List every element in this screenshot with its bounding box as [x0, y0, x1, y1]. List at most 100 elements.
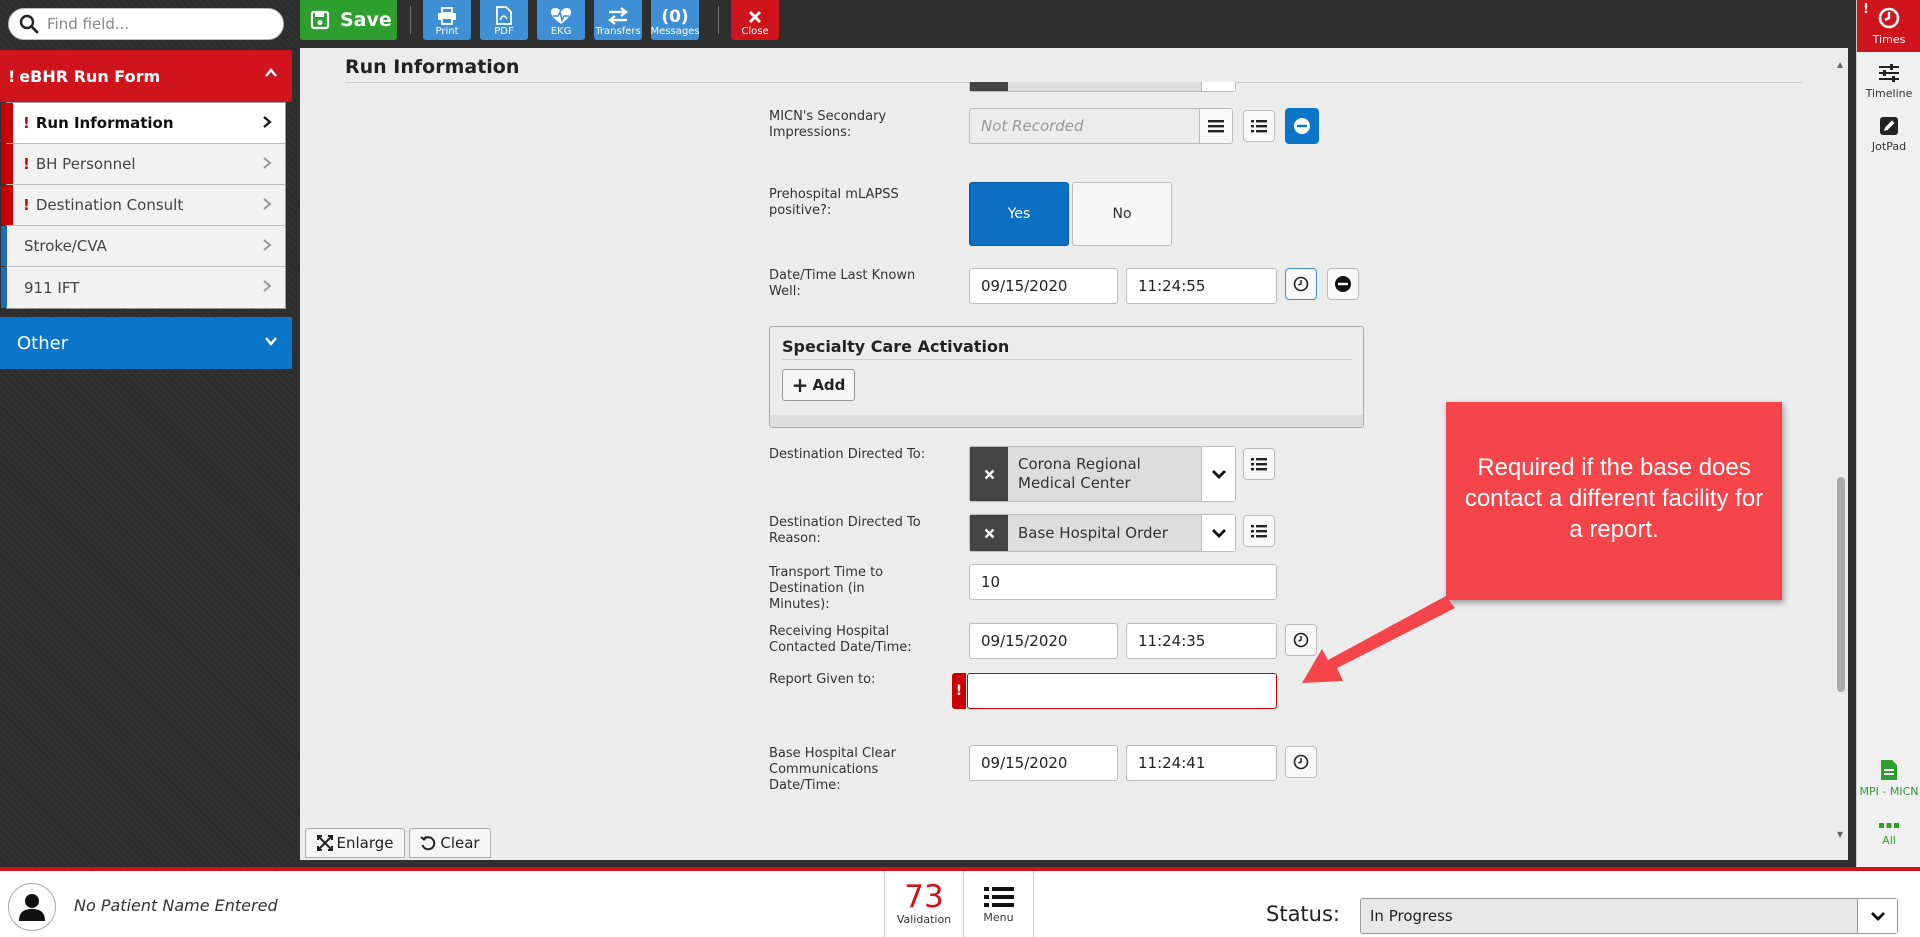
mlapss-no-button[interactable]: No [1072, 182, 1172, 246]
rail-mpi-micn-button[interactable]: MPI - MICN [1857, 752, 1920, 804]
secondary-impressions-list-button[interactable] [1243, 110, 1275, 142]
warning-mark: ! [23, 114, 30, 132]
required-indicator [1, 103, 13, 143]
sidebar-item-label: Stroke/CVA [24, 237, 107, 255]
floppy-disk-icon [310, 10, 330, 30]
primary-impressions-select[interactable]: (Corona) ONA [969, 82, 1236, 92]
clear-selection-button[interactable] [970, 447, 1008, 501]
section-other[interactable]: Other [0, 317, 292, 369]
clock-icon [1293, 754, 1309, 770]
status-select[interactable]: In Progress [1360, 898, 1898, 934]
transfers-button[interactable]: Transfers [594, 0, 642, 40]
transport-time-input[interactable]: 10 [969, 564, 1277, 600]
dropdown-toggle[interactable] [1201, 447, 1235, 501]
list-icon [983, 886, 1014, 907]
receiving-contacted-date-input[interactable]: 09/15/2020 [969, 623, 1118, 659]
last-known-well-date-input[interactable]: 09/15/2020 [969, 268, 1118, 304]
rail-all-button[interactable]: All [1857, 808, 1920, 860]
required-indicator [1, 144, 13, 184]
transfers-label: Transfers [595, 26, 641, 37]
base-clear-clock-button[interactable] [1285, 746, 1317, 778]
plus-icon: + [791, 373, 809, 397]
clear-selection-icon[interactable] [970, 82, 1008, 91]
close-icon [984, 469, 994, 479]
destination-directed-list-button[interactable] [1243, 448, 1275, 480]
enlarge-button[interactable]: Enlarge [305, 828, 405, 858]
section-title: Other [17, 332, 69, 354]
validation-count: 73 [904, 879, 944, 915]
clear-selection-button[interactable] [970, 515, 1008, 551]
messages-label: Messages [650, 26, 700, 37]
last-known-well-clock-button[interactable] [1285, 268, 1317, 300]
search-box[interactable] [8, 8, 284, 40]
specialty-care-title: Specialty Care Activation [782, 337, 1010, 356]
sidebar-item-bh-personnel[interactable]: ! BH Personnel [1, 144, 285, 185]
last-known-well-time-input[interactable]: 11:24:55 [1126, 268, 1277, 304]
close-button[interactable]: Close [731, 0, 779, 40]
base-clear-date-input[interactable]: 09/15/2020 [969, 745, 1118, 781]
avatar[interactable] [8, 883, 56, 931]
chevron-down-icon[interactable] [1201, 82, 1235, 91]
ekg-button[interactable]: EKG [537, 0, 585, 40]
report-given-input[interactable] [967, 673, 1277, 709]
save-label: Save [340, 9, 392, 31]
pdf-button[interactable]: PDF [480, 0, 528, 40]
secondary-impressions-field[interactable]: Not Recorded [969, 108, 1203, 144]
last-known-well-not-recorded-button[interactable] [1327, 268, 1359, 300]
menu-button[interactable]: Menu [964, 871, 1034, 937]
search-icon [19, 14, 39, 34]
sidebar-item-label: 911 IFT [24, 278, 80, 297]
rail-jotpad-button[interactable]: JotPad [1857, 108, 1920, 160]
validation-button[interactable]: 73 Validation [884, 871, 964, 937]
sidebar-item-label: Destination Consult [35, 196, 184, 214]
required-error-marker: ! [952, 673, 966, 709]
scroll-up-arrow[interactable]: ▲ [1837, 60, 1843, 69]
rail-times-button[interactable]: ! Times [1857, 0, 1920, 52]
base-clear-time-input[interactable]: 11:24:41 [1126, 745, 1277, 781]
rail-timeline-button[interactable]: Timeline [1857, 55, 1920, 107]
destination-reason-select[interactable]: Base Hospital Order [969, 514, 1236, 552]
scrollbar[interactable]: ▲ ▼ [1834, 60, 1848, 840]
receiving-contacted-label: Receiving Hospital Contacted Date/Time: [769, 624, 912, 655]
right-rail: ! Times Timeline JotPad MPI - MICN All [1856, 0, 1920, 870]
transport-time-label: Transport Time to Destination (in Minute… [769, 565, 884, 612]
sidebar-item-destination-consult[interactable]: ! Destination Consult [1, 185, 285, 226]
specialty-care-add-button[interactable]: + Add [782, 369, 855, 401]
mlapss-yes-button[interactable]: Yes [969, 182, 1069, 246]
sliders-icon [1879, 63, 1899, 82]
enlarge-label: Enlarge [336, 834, 394, 852]
section-ebhr-run-form[interactable]: ! eBHR Run Form [0, 50, 292, 102]
messages-button[interactable]: (0) Messages [650, 0, 700, 40]
chevron-right-icon [263, 280, 272, 292]
secondary-impressions-not-recorded-button[interactable] [1285, 108, 1319, 144]
section-indicator [1, 267, 7, 308]
base-clear-label: Base Hospital Clear Communications Date/… [769, 746, 896, 793]
undo-icon [420, 835, 436, 851]
chevron-down-icon[interactable] [1857, 899, 1897, 933]
scroll-thumb[interactable] [1837, 477, 1845, 692]
print-button[interactable]: Print [423, 0, 471, 40]
sidebar-item-911-ift[interactable]: 911 IFT [1, 267, 285, 308]
required-indicator [1, 185, 13, 225]
dropdown-toggle[interactable] [1201, 515, 1235, 551]
clock-icon [1293, 632, 1309, 648]
save-button[interactable]: Save [300, 0, 397, 40]
chevron-right-icon [263, 157, 272, 169]
sidebar-item-run-information[interactable]: ! Run Information [1, 103, 285, 144]
destination-directed-select[interactable]: Corona Regional Medical Center [969, 446, 1236, 502]
destination-reason-list-button[interactable] [1243, 515, 1275, 547]
transfer-arrows-icon [608, 7, 628, 25]
scroll-down-arrow[interactable]: ▼ [1837, 830, 1843, 839]
secondary-impressions-menu-button[interactable] [1199, 108, 1233, 144]
ekg-label: EKG [550, 26, 572, 37]
receiving-contacted-time-input[interactable]: 11:24:35 [1126, 623, 1277, 659]
search-input[interactable] [47, 15, 267, 33]
clear-label: Clear [440, 834, 480, 852]
panel-divider [782, 359, 1352, 360]
sidebar-item-stroke-cva[interactable]: Stroke/CVA [1, 226, 285, 267]
more-dots-icon [1879, 822, 1899, 828]
warning-mark: ! [23, 196, 30, 214]
receiving-contacted-clock-button[interactable] [1285, 624, 1317, 656]
expand-icon [316, 835, 333, 851]
clear-button[interactable]: Clear [409, 828, 491, 858]
